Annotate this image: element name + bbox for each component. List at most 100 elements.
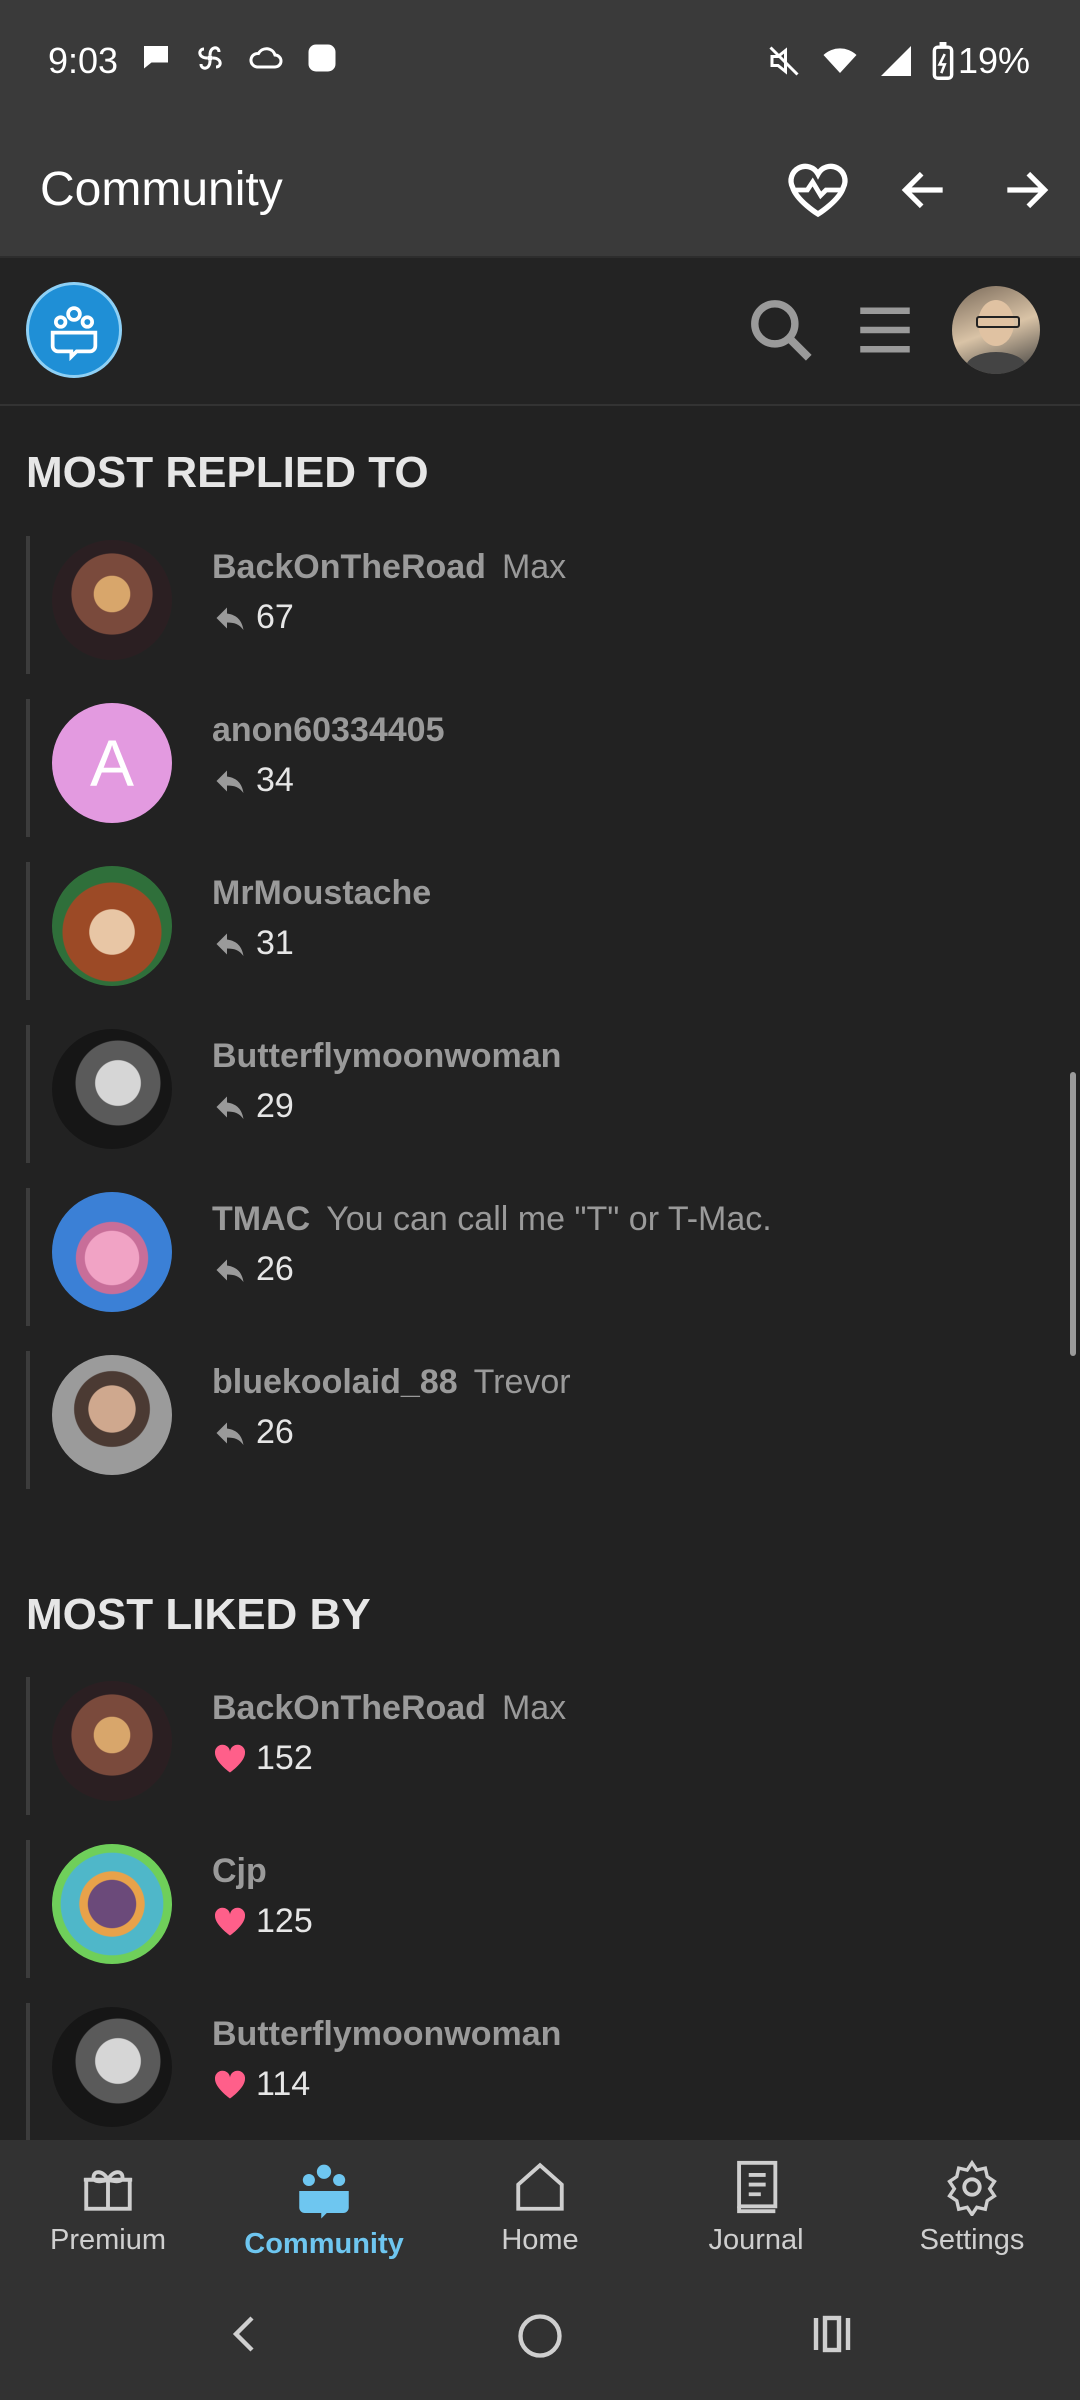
community-icon (299, 2164, 349, 2219)
reply-icon (216, 1422, 244, 1445)
list-item[interactable]: BackOnTheRoad Max 152 (26, 1669, 1046, 1832)
list-item[interactable]: TMAC You can call me "T" or T-Mac. 26 (26, 1180, 1046, 1343)
community-logo-icon (50, 306, 98, 362)
list-item[interactable]: BackOnTheRoad Max 67 (26, 528, 1046, 691)
row-border (26, 862, 30, 1000)
username[interactable]: BackOnTheRoad Max (212, 548, 566, 587)
like-count: 125 (212, 1902, 313, 1941)
wifi-icon (823, 48, 857, 73)
gear-icon (947, 2159, 997, 2216)
page-title: Community (40, 163, 283, 216)
reply-count: 31 (212, 924, 294, 963)
mute-icon (769, 46, 799, 76)
cloud-icon (249, 47, 283, 69)
user-subtitle: Trevor (473, 1363, 571, 1401)
journal-icon (737, 2160, 778, 2214)
nav-label: Premium (49, 2224, 166, 2256)
username[interactable]: anon60334405 (212, 711, 461, 750)
list-item[interactable]: Cjp 125 (26, 1832, 1046, 1995)
forum-header (0, 258, 1080, 406)
section-title-most-replied: MOST REPLIED TO (26, 448, 429, 497)
heart-icon (214, 1744, 246, 1772)
most-liked-list: BackOnTheRoad Max 152 Cjp 125 Butterflymo… (26, 1669, 1046, 2158)
user-subtitle: Max (501, 1689, 567, 1727)
recents-icon[interactable] (808, 2310, 856, 2358)
list-item[interactable]: MrMoustache 31 (26, 854, 1046, 1017)
avatar-initial: A (89, 726, 135, 800)
menu-icon[interactable] (852, 297, 918, 363)
reply-count: 26 (212, 1413, 294, 1452)
heart-pulse-icon[interactable] (786, 158, 850, 222)
section-title-most-liked: MOST LIKED BY (26, 1590, 371, 1639)
avatar[interactable] (52, 1029, 172, 1149)
reply-count: 67 (212, 598, 294, 637)
list-item[interactable]: A anon60334405 34 (26, 691, 1046, 854)
reply-count: 26 (212, 1250, 294, 1289)
nav-premium[interactable]: Premium (0, 2140, 216, 2266)
signal-icon (880, 46, 911, 76)
back-icon[interactable] (222, 2310, 270, 2358)
avatar[interactable] (52, 1844, 172, 1964)
reply-icon (216, 1259, 244, 1282)
square-app-icon (308, 44, 336, 72)
row-border (26, 1188, 30, 1326)
app-bar: Community (0, 128, 1080, 258)
list-item[interactable]: Butterflymoonwoman 114 (26, 1995, 1046, 2158)
chat-icon (144, 46, 168, 69)
username[interactable]: BackOnTheRoad Max (212, 1689, 566, 1728)
arrow-left-icon[interactable] (896, 162, 952, 218)
nav-label: Community (244, 2228, 404, 2260)
heart-icon (214, 2070, 246, 2098)
username[interactable]: MrMoustache (212, 874, 447, 913)
home-circle-icon[interactable] (514, 2310, 566, 2362)
scrollbar[interactable] (1070, 1072, 1076, 1356)
like-count: 114 (212, 2065, 310, 2104)
row-border (26, 1025, 30, 1163)
nav-journal[interactable]: Journal (648, 2140, 864, 2266)
battery-percent: 19% (957, 40, 1030, 81)
avatar[interactable] (52, 1355, 172, 1475)
community-logo[interactable] (26, 282, 122, 378)
row-border (26, 1677, 30, 1815)
reply-icon (216, 607, 244, 630)
system-nav-bar (0, 2266, 1080, 2400)
status-left-icons (138, 40, 340, 76)
reply-icon (216, 1096, 244, 1119)
list-item[interactable]: Butterflymoonwoman 29 (26, 1017, 1046, 1180)
avatar[interactable] (52, 866, 172, 986)
nav-community[interactable]: Community (216, 2140, 432, 2266)
home-icon (516, 2162, 564, 2211)
search-icon[interactable] (744, 293, 818, 367)
avatar[interactable]: A (52, 703, 172, 823)
status-time: 9:03 (48, 40, 119, 81)
heart-icon (214, 1907, 246, 1935)
username[interactable]: Butterflymoonwoman (212, 1037, 577, 1076)
user-avatar[interactable] (952, 286, 1040, 374)
avatar[interactable] (52, 540, 172, 660)
username[interactable]: Butterflymoonwoman (212, 2015, 577, 2054)
nav-label: Journal (708, 2224, 804, 2256)
username[interactable]: bluekoolaid_88 Trevor (212, 1363, 571, 1402)
username[interactable]: TMAC You can call me "T" or T-Mac. (212, 1200, 772, 1239)
row-border (26, 1840, 30, 1978)
forum-tools (744, 286, 1040, 374)
nav-settings[interactable]: Settings (864, 2140, 1080, 2266)
user-subtitle: You can call me "T" or T-Mac. (326, 1200, 772, 1238)
list-item[interactable]: bluekoolaid_88 Trevor 26 (26, 1343, 1046, 1506)
nav-label: Settings (919, 2224, 1025, 2256)
username[interactable]: Cjp (212, 1852, 283, 1891)
avatar[interactable] (52, 1681, 172, 1801)
battery-icon (932, 42, 954, 80)
arrow-right-icon[interactable] (998, 162, 1054, 218)
avatar[interactable] (52, 1192, 172, 1312)
status-right-icons: 19% (766, 40, 1030, 82)
user-subtitle: Max (501, 548, 567, 586)
gift-icon (83, 2170, 133, 2211)
reply-count: 34 (212, 761, 294, 800)
app-bar-actions (786, 158, 1054, 222)
nav-home[interactable]: Home (432, 2140, 648, 2266)
reply-icon (216, 933, 244, 956)
most-replied-list: BackOnTheRoad Max 67 A anon60334405 34 Mr… (26, 528, 1046, 1506)
status-bar: 9:03 19% (0, 0, 1080, 128)
avatar[interactable] (52, 2007, 172, 2127)
